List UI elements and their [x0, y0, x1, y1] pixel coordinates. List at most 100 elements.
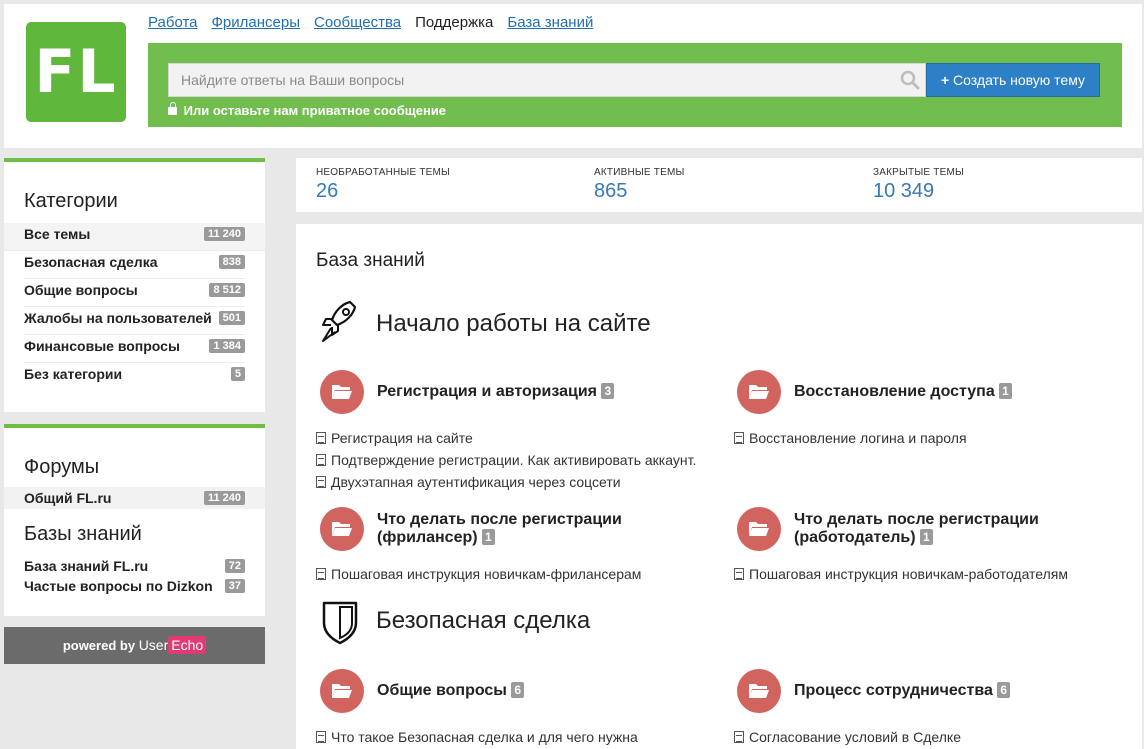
stat-label: Активные темы — [594, 167, 685, 178]
folder-icon[interactable] — [737, 507, 781, 551]
category-safe-deal[interactable]: Безопасная сделка 838 — [24, 251, 245, 279]
page-title: База знаний — [316, 250, 425, 271]
count-badge: 37 — [224, 579, 245, 593]
topic-name: Что делать после регистрации (фрилансер) — [377, 511, 622, 546]
article-link[interactable]: Пошаговая инструкция новичкам-фрилансера… — [316, 563, 641, 585]
count-badge: 1 384 — [209, 339, 245, 353]
categories-panel: Категории Все темы 11 240 Безопасная сде… — [4, 158, 265, 412]
article-link[interactable]: Согласование условий в Сделке — [734, 726, 961, 748]
article-title: Что такое Безопасная сделка и для чего н… — [331, 729, 638, 745]
folder-icon[interactable] — [737, 669, 781, 713]
article-link[interactable]: Восстановление логина и пароля — [734, 427, 967, 449]
topic-name: Процесс сотрудничества — [794, 682, 993, 699]
forum-item[interactable]: Общий FL.ru 11 240 — [4, 487, 265, 509]
article-link[interactable]: Регистрация на сайте — [316, 427, 696, 449]
search-input[interactable] — [168, 63, 926, 97]
nav-communities[interactable]: Сообщества — [314, 14, 401, 34]
article-link[interactable]: Подтверждение регистрации. Как активиров… — [316, 449, 696, 471]
document-icon — [316, 731, 326, 743]
categories-list: Все темы 11 240 Безопасная сделка 838 Об… — [4, 223, 265, 391]
topic-name: Что делать после регистрации (работодате… — [794, 511, 1039, 546]
plus-icon: + — [940, 72, 950, 88]
knowledge-bases-title: Базы знаний — [24, 523, 142, 545]
stat-unprocessed[interactable]: Необработанные темы 26 — [316, 167, 450, 203]
articles-after-registration-freelancer: Пошаговая инструкция новичкам-фрилансера… — [316, 563, 641, 585]
knowledge-base-main: База знаний Начало работы на сайте Регис… — [296, 224, 1142, 749]
document-icon — [734, 568, 744, 580]
document-icon — [316, 476, 326, 488]
articles-general-questions: Что такое Безопасная сделка и для чего н… — [316, 726, 638, 748]
category-all[interactable]: Все темы 11 240 — [4, 223, 265, 251]
category-finance[interactable]: Финансовые вопросы 1 384 — [24, 335, 245, 363]
forums-panel: Форумы Общий FL.ru 11 240 Базы знаний Ба… — [4, 424, 265, 616]
private-message-label: Или оставьте нам приватное сообщение — [183, 103, 447, 118]
topic-stats: Необработанные темы 26 Активные темы 865… — [296, 158, 1142, 212]
kb-item[interactable]: Частые вопросы по Dizkon 37 — [24, 576, 245, 596]
document-icon — [734, 731, 744, 743]
nav-knowledge-base[interactable]: База знаний — [507, 14, 593, 34]
topic-count: 6 — [511, 682, 525, 698]
userecho-user: User — [138, 637, 169, 653]
article-title: Регистрация на сайте — [331, 430, 473, 446]
create-topic-button[interactable]: + Создать новую тему — [926, 63, 1100, 97]
nav-support[interactable]: Поддержка — [415, 14, 493, 34]
shield-icon — [322, 601, 358, 645]
topic-title[interactable]: Общие вопросы 6 — [377, 682, 697, 700]
topic-general-questions[interactable]: Общие вопросы 6 — [320, 669, 700, 715]
nav-freelancers[interactable]: Фрилансеры — [212, 14, 300, 34]
topic-title[interactable]: Что делать после регистрации (работодате… — [794, 511, 1114, 547]
article-link[interactable]: Пошаговая инструкция новичкам-работодате… — [734, 563, 1068, 585]
stat-closed[interactable]: Закрытые темы 10 349 — [873, 167, 964, 203]
folder-icon[interactable] — [737, 370, 781, 414]
category-uncategorized[interactable]: Без категории 5 — [24, 363, 245, 391]
fl-logo[interactable]: FL — [26, 22, 126, 122]
category-label: Безопасная сделка — [24, 254, 158, 270]
folder-icon[interactable] — [320, 669, 364, 713]
document-icon — [316, 568, 326, 580]
topic-title[interactable]: Процесс сотрудничества 6 — [794, 682, 1114, 700]
forum-label: Общий FL.ru — [24, 490, 112, 506]
topic-registration[interactable]: Регистрация и авторизация 3 — [320, 370, 700, 416]
topic-after-registration-freelancer[interactable]: Что делать после регистрации (фрилансер)… — [320, 507, 700, 553]
topic-title[interactable]: Регистрация и авторизация 3 — [377, 383, 697, 401]
topic-cooperation-process[interactable]: Процесс сотрудничества 6 — [737, 669, 1117, 715]
articles-cooperation-process: Согласование условий в Сделке — [734, 726, 961, 748]
nav-work[interactable]: Работа — [148, 14, 198, 34]
forums-list: Общий FL.ru 11 240 — [4, 487, 265, 509]
topic-count: 1 — [999, 383, 1012, 399]
topic-count: 1 — [920, 529, 933, 545]
folder-icon[interactable] — [320, 507, 364, 551]
article-title: Восстановление логина и пароля — [749, 430, 967, 446]
document-icon — [316, 432, 326, 444]
topic-name: Регистрация и авторизация — [377, 383, 597, 400]
category-complaints[interactable]: Жалобы на пользователей 501 — [24, 307, 245, 335]
category-general[interactable]: Общие вопросы 8 512 — [24, 279, 245, 307]
stat-active[interactable]: Активные темы 865 — [594, 167, 685, 203]
private-message-link[interactable]: Или оставьте нам приватное сообщение — [168, 102, 447, 118]
topic-name: Общие вопросы — [377, 682, 507, 699]
category-label: Без категории — [24, 366, 123, 382]
article-link[interactable]: Что такое Безопасная сделка и для чего н… — [316, 726, 638, 748]
article-link[interactable]: Двухэтапная аутентификация через соцсети — [316, 471, 696, 493]
userecho-echo: Echo — [168, 636, 207, 654]
count-badge: 72 — [224, 559, 245, 573]
count-badge: 5 — [230, 367, 245, 381]
category-label: Общие вопросы — [24, 282, 138, 298]
folder-icon[interactable] — [320, 370, 364, 414]
powered-by-userecho[interactable]: powered by User Echo — [4, 627, 265, 664]
powered-by-label: powered by — [62, 638, 136, 653]
document-icon — [734, 432, 744, 444]
topic-restore-access[interactable]: Восстановление доступа 1 — [737, 370, 1117, 416]
article-title: Двухэтапная аутентификация через соцсети — [331, 474, 621, 490]
topic-title[interactable]: Что делать после регистрации (фрилансер)… — [377, 511, 697, 547]
kb-item[interactable]: База знаний FL.ru 72 — [24, 556, 245, 576]
topic-after-registration-employer[interactable]: Что делать после регистрации (работодате… — [737, 507, 1117, 553]
forums-title: Форумы — [24, 456, 100, 478]
article-title: Согласование условий в Сделке — [749, 729, 961, 745]
search-icon[interactable] — [900, 70, 920, 90]
topic-title[interactable]: Восстановление доступа 1 — [794, 383, 1114, 401]
topic-count: 3 — [601, 383, 615, 399]
header: FL Работа Фрилансеры Сообщества Поддержк… — [4, 4, 1142, 148]
topic-count: 1 — [482, 529, 495, 545]
count-badge: 11 240 — [203, 491, 245, 505]
